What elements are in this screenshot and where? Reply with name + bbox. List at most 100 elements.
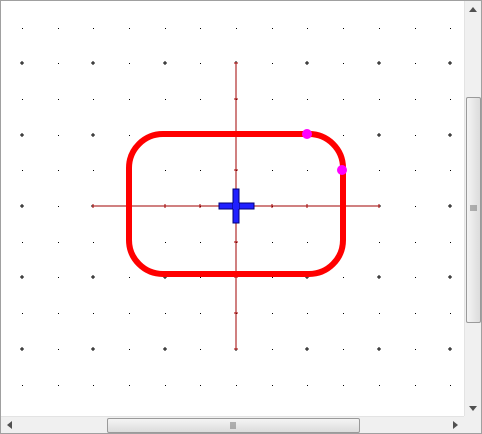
grid-dot [58,170,59,171]
arrow-up-icon [469,6,477,12]
grid-dot [343,135,344,136]
grid-dot [379,28,380,29]
grid-dot [379,313,380,314]
selection-handle-right[interactable] [337,165,347,175]
vertical-scrollbar[interactable] [464,1,481,416]
grip-lines-icon [470,205,477,211]
grid-dot [379,385,380,386]
grid-dot [379,242,380,243]
grid-cross-mark [448,347,452,351]
origin-plus-cross-icon[interactable] [218,188,255,224]
grid-cross-mark [448,204,452,208]
drawing-canvas[interactable] [1,1,464,416]
grid-dot [22,242,23,243]
scroll-down-button[interactable] [465,400,481,416]
grid-dot [129,349,130,350]
grid-cross-mark [91,275,95,279]
grid-dot [129,277,130,278]
grid-dot [272,277,273,278]
grid-cross-mark [20,133,24,137]
grip-lines-icon [230,422,236,429]
grid-dot [343,349,344,350]
grid-dot [93,28,94,29]
grid-dot [307,385,308,386]
grid-dot [272,28,273,29]
grid-cross-mark [305,347,309,351]
scroll-up-button[interactable] [465,1,481,17]
scrollbar-corner [464,416,481,433]
grid-dot [415,28,416,29]
grid-dot [343,63,344,64]
grid-cross-mark [163,61,167,65]
grid-cross-mark [91,61,95,65]
grid-dot [58,135,59,136]
grid-dot [343,385,344,386]
grid-cross-mark [20,204,24,208]
grid-dot [200,385,201,386]
grid-dot [415,277,416,278]
grid-cross-mark [20,347,24,351]
grid-dot [93,99,94,100]
grid-dot [450,28,451,29]
horizontal-scrollbar[interactable] [1,416,464,433]
grid-dot [165,28,166,29]
drawing-window [0,0,482,434]
grid-cross-mark [91,347,95,351]
grid-dot [22,170,23,171]
grid-dot [343,313,344,314]
grid-dot [307,99,308,100]
grid-dot [200,63,201,64]
grid-dot [343,28,344,29]
grid-dot [450,242,451,243]
grid-dot [415,99,416,100]
grid-dot [200,277,201,278]
grid-dot [165,170,166,171]
scroll-right-button[interactable] [447,417,463,433]
grid-dot [450,99,451,100]
drawing-canvas-area[interactable] [1,1,464,416]
grid-dot [58,313,59,314]
grid-dot [22,28,23,29]
grid-cross-mark [305,61,309,65]
grid-dot [93,170,94,171]
vertical-scroll-thumb[interactable] [466,97,481,323]
grid-dot [58,63,59,64]
grid-dot [272,99,273,100]
grid-dot [272,313,273,314]
selection-handle-top[interactable] [302,129,312,139]
grid-dot [272,385,273,386]
grid-dot [415,313,416,314]
grid-cross-mark [20,61,24,65]
arrow-down-icon [469,405,477,411]
grid-dot [93,385,94,386]
grid-dot [415,242,416,243]
grid-dot [22,313,23,314]
grid-dot [307,28,308,29]
grid-dot [343,99,344,100]
grid-cross-mark [377,347,381,351]
grid-dot [200,170,201,171]
grid-cross-mark [448,275,452,279]
grid-dot [165,242,166,243]
grid-dot [379,170,380,171]
grid-dot [450,313,451,314]
grid-cross-mark [20,275,24,279]
grid-dot [129,63,130,64]
grid-dot [129,385,130,386]
grid-dot [415,135,416,136]
grid-dot [165,99,166,100]
grid-cross-mark [91,133,95,137]
horizontal-scroll-thumb[interactable] [107,418,360,433]
grid-dot [58,206,59,207]
grid-dot [58,385,59,386]
grid-dot [200,99,201,100]
grid-dot [22,385,23,386]
scroll-left-button[interactable] [1,417,17,433]
grid-dot [343,277,344,278]
grid-dot [450,385,451,386]
grid-dot [415,170,416,171]
grid-dot [129,28,130,29]
grid-dot [129,99,130,100]
grid-dot [307,242,308,243]
grid-dot [58,99,59,100]
